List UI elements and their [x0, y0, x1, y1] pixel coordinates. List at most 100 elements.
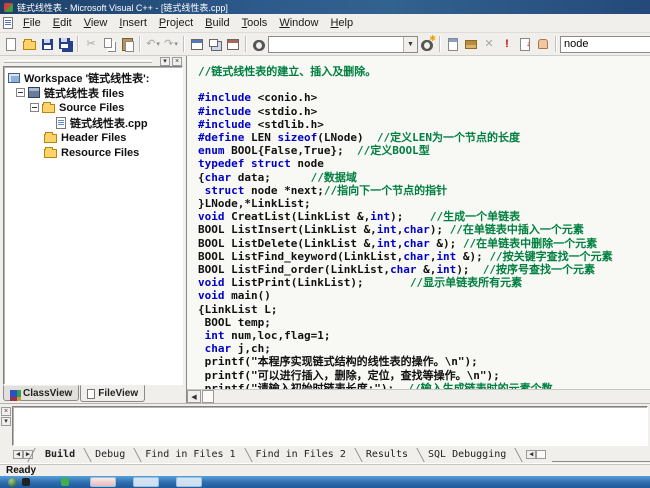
app-icon — [4, 3, 13, 12]
output-gripper[interactable]: × ▾ — [0, 404, 12, 463]
vc-main-window: 链式线性表 - Microsoft Visual C++ - [链式线性表.cp… — [0, 0, 650, 488]
compile-button[interactable] — [444, 35, 462, 53]
output-tab-results[interactable]: Results — [356, 448, 418, 462]
code-line: void ListPrint(LinkList); //显示单链表所有元素 — [198, 276, 650, 289]
editor-hscrollbar[interactable]: ◀ — [187, 389, 650, 403]
copy-button[interactable] — [100, 35, 118, 53]
save-all-button[interactable] — [56, 35, 74, 53]
document-icon[interactable] — [3, 17, 13, 29]
tree-expand-icon[interactable] — [16, 88, 25, 97]
tree-item-label: 链式线性表 files — [44, 85, 124, 101]
code-line: BOOL ListFind_keyword(LinkList,char,int … — [198, 250, 650, 263]
toolbar-separator — [439, 36, 441, 52]
find-combobox-dropdown[interactable]: ▼ — [403, 37, 417, 52]
code-line: #define LEN sizeof(LNode) //定义LEN为一个节点的长… — [198, 131, 650, 144]
tree-item-label: Header Files — [61, 132, 126, 144]
cut-button[interactable]: ✂ — [82, 35, 100, 53]
workspace-pane-button[interactable] — [188, 35, 206, 53]
toolbar-separator — [139, 36, 141, 52]
workspace-gripper[interactable]: ▾ × — [0, 56, 186, 66]
menu-tools[interactable]: Tools — [236, 16, 274, 30]
output-tab-debug[interactable]: Debug — [85, 448, 135, 462]
save-button[interactable] — [38, 35, 56, 53]
find-combobox[interactable]: ▼ — [268, 36, 418, 53]
menu-window[interactable]: Window — [273, 16, 324, 30]
output-tab-build[interactable]: Build — [35, 448, 85, 462]
new-file-button[interactable] — [2, 35, 20, 53]
tree-item[interactable]: 链式线性表 files — [8, 85, 182, 100]
window-title: 链式线性表 - Microsoft Visual C++ - [链式线性表.cp… — [17, 1, 228, 14]
redo-button[interactable]: ↷▾ — [162, 35, 180, 53]
tab-classview[interactable]: ClassView — [3, 385, 79, 401]
output-hscroll-thumb[interactable] — [536, 450, 546, 459]
taskbar-window-button[interactable] — [90, 477, 116, 487]
toolbar-separator — [77, 36, 79, 52]
tree-item[interactable]: Workspace '链式线性表': — [8, 70, 182, 85]
tab-scroll-left-icon[interactable]: ◀ — [13, 450, 23, 459]
close-icon[interactable]: × — [172, 57, 182, 66]
output-hscroll-left-icon[interactable]: ◀ — [526, 450, 536, 459]
code-line: #include <stdlib.h> — [198, 118, 650, 131]
fileview-tree[interactable]: Workspace '链式线性表':链式线性表 filesSource File… — [3, 66, 183, 385]
stop-build-button[interactable]: ✕ — [480, 35, 498, 53]
menu-file[interactable]: File — [17, 16, 47, 30]
code-line: #include <conio.h> — [198, 91, 650, 104]
code-line: printf("本程序实现链式结构的线性表的操作。\n"); — [198, 355, 650, 368]
undo-button[interactable]: ↶▾ — [144, 35, 162, 53]
dock-toggle-icon[interactable]: ▾ — [160, 57, 170, 66]
menu-build[interactable]: Build — [199, 16, 235, 30]
tab-label: FileView — [98, 388, 138, 399]
tree-item[interactable]: Resource Files — [8, 145, 182, 160]
hscroll-thumb[interactable] — [202, 390, 214, 403]
menu-edit[interactable]: Edit — [47, 16, 78, 30]
toolbar-separator — [555, 36, 557, 52]
classview-icon — [10, 390, 17, 397]
tree-item[interactable]: Source Files — [8, 100, 182, 115]
output-tab-find-in-files-1[interactable]: Find in Files 1 — [135, 448, 245, 462]
search-icon[interactable] — [250, 35, 268, 53]
breakpoint-hand-icon[interactable] — [534, 35, 552, 53]
code-line: char j,ch; — [198, 342, 650, 355]
tree-item-label: Workspace '链式线性表': — [24, 70, 149, 86]
wizardbar-class-value[interactable]: node — [561, 38, 650, 50]
menu-help[interactable]: Help — [324, 16, 359, 30]
code-text-area[interactable]: //链式线性表的建立、插入及删除。 #include <conio.h> #inc… — [187, 56, 650, 389]
window-list-button[interactable] — [224, 35, 242, 53]
taskbar-window-button[interactable] — [133, 477, 159, 487]
code-line: int num,loc,flag=1; — [198, 329, 650, 342]
open-file-button[interactable] — [20, 35, 38, 53]
taskbar-window-button[interactable] — [176, 477, 202, 487]
menu-view[interactable]: View — [78, 16, 114, 30]
project-icon — [28, 87, 40, 98]
fileview-icon — [87, 389, 95, 399]
output-pane-button[interactable] — [206, 35, 224, 53]
find-in-files-icon[interactable]: ✱ — [418, 35, 436, 53]
output-window: × ▾ ◀ ▶ BuildDebugFind in Files 1Find in… — [0, 403, 650, 463]
build-output-content[interactable] — [12, 406, 648, 446]
code-line: void main() — [198, 289, 650, 302]
code-line: //链式线性表的建立、插入及删除。 — [198, 65, 650, 78]
taskbar-icon[interactable] — [61, 478, 69, 486]
start-button[interactable] — [8, 478, 17, 487]
menu-insert[interactable]: Insert — [113, 16, 153, 30]
taskbar-icon[interactable] — [22, 478, 30, 486]
file-icon — [56, 117, 66, 129]
tree-expand-icon[interactable] — [30, 103, 39, 112]
build-button[interactable] — [462, 35, 480, 53]
close-icon[interactable]: × — [1, 407, 11, 416]
toolbar: ✂ ↶▾ ↷▾ ▼ ✱ ✕ ! ↓ node ▼ [All class — [0, 33, 650, 56]
output-tab-find-in-files-2[interactable]: Find in Files 2 — [246, 448, 356, 462]
scroll-left-icon[interactable]: ◀ — [187, 390, 201, 403]
wizardbar-class-combobox[interactable]: node ▼ — [560, 36, 650, 53]
menu-project[interactable]: Project — [153, 16, 199, 30]
paste-button[interactable] — [118, 35, 136, 53]
output-tab-sql-debugging[interactable]: SQL Debugging — [418, 448, 516, 462]
dock-toggle-icon[interactable]: ▾ — [1, 417, 11, 426]
tree-item[interactable]: Header Files — [8, 130, 182, 145]
tree-item[interactable]: 链式线性表.cpp — [8, 115, 182, 130]
tab-fileview[interactable]: FileView — [80, 385, 145, 402]
go-debug-button[interactable]: ↓ — [516, 35, 534, 53]
title-bar: 链式线性表 - Microsoft Visual C++ - [链式线性表.cp… — [0, 0, 650, 14]
execute-button[interactable]: ! — [498, 35, 516, 53]
folder-icon — [42, 104, 55, 113]
